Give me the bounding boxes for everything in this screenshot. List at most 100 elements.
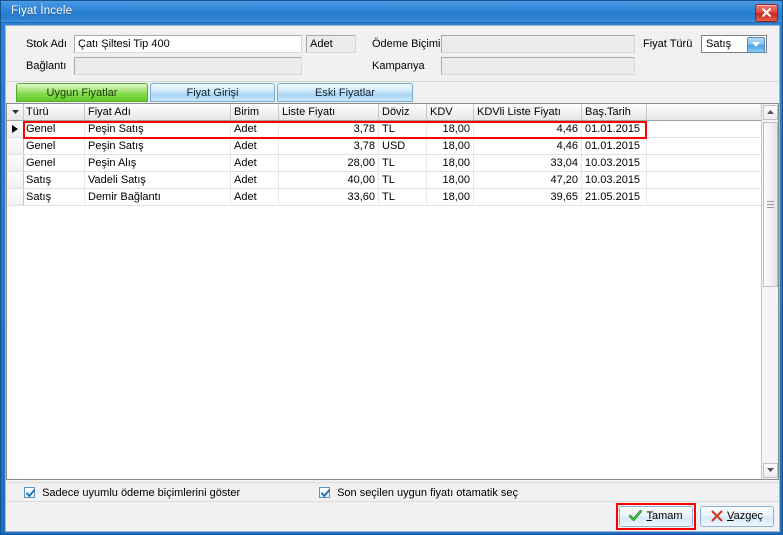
play-triangle-icon (12, 125, 18, 133)
row-indicator (7, 189, 24, 205)
checkmark-icon (321, 489, 330, 498)
column-header-liste-fiyati[interactable]: Liste Fiyatı (279, 104, 379, 120)
cell-fiyat-adi: Peşin Satış (85, 138, 231, 154)
cancel-button[interactable]: Vazgeç (700, 506, 774, 527)
close-button[interactable] (755, 4, 778, 22)
cell-doviz: TL (379, 172, 427, 188)
cell-liste-fiyati: 40,00 (279, 172, 379, 188)
row-indicator (7, 172, 24, 188)
cell-doviz: TL (379, 189, 427, 205)
scrollbar-thumb[interactable] (763, 122, 778, 287)
scrollbar-grip-icon (767, 201, 774, 208)
cell-turu: Satış (23, 189, 85, 205)
table-row[interactable]: Satış Vadeli Satış Adet 40,00 TL 18,00 4… (7, 172, 762, 189)
window-title: Fiyat İncele (11, 5, 73, 17)
birim-field: Adet (306, 35, 356, 53)
checkbox-label: Sadece uyumlu ödeme biçimlerini göster (42, 487, 241, 499)
title-bar[interactable]: Fiyat İncele (1, 1, 782, 23)
table-row[interactable]: Genel Peşin Satış Adet 3,78 TL 18,00 4,4… (7, 121, 762, 138)
cell-birim: Adet (231, 155, 279, 171)
tab-strip: Uygun Fiyatlar Fiyat Girişi Eski Fiyatla… (6, 81, 779, 103)
scroll-down-button[interactable] (763, 463, 778, 478)
grid-column-chooser-button[interactable] (7, 104, 24, 120)
cell-kdv: 18,00 (427, 189, 474, 205)
dialog-client-area: Stok Adı Çatı Şiltesi Tip 400 Adet Bağla… (5, 25, 780, 532)
checkbox-box[interactable] (319, 487, 330, 498)
column-header-birim[interactable]: Birim (231, 104, 279, 120)
cell-birim: Adet (231, 189, 279, 205)
checkbox-box[interactable] (24, 487, 35, 498)
odeme-bicimi-input[interactable] (441, 35, 635, 53)
cell-fiyat-adi: Vadeli Satış (85, 172, 231, 188)
column-header-doviz[interactable]: Döviz (379, 104, 427, 120)
cell-birim: Adet (231, 172, 279, 188)
red-x-icon (711, 510, 723, 529)
kampanya-input[interactable] (441, 57, 635, 75)
close-icon (762, 8, 771, 17)
cell-kdv: 18,00 (427, 155, 474, 171)
price-grid: Türü Fiyat Adı Birim Liste Fiyatı Döviz … (6, 103, 779, 480)
table-row[interactable]: Satış Demir Bağlantı Adet 33,60 TL 18,00… (7, 189, 762, 206)
cell-doviz: TL (379, 121, 427, 137)
fiyat-turu-label: Fiyat Türü (643, 38, 693, 50)
tab-fiyat-girisi[interactable]: Fiyat Girişi (150, 83, 275, 102)
dialog-window: Fiyat İncele Stok Adı Çatı Şiltesi Tip 4… (0, 0, 783, 535)
column-header-kdv[interactable]: KDV (427, 104, 474, 120)
scroll-down-arrow-icon (767, 468, 774, 472)
cell-kdvli-liste-fiyati: 33,04 (474, 155, 582, 171)
stok-adi-input[interactable]: Çatı Şiltesi Tip 400 (74, 35, 302, 53)
cell-bas-tarih: 10.03.2015 (582, 172, 647, 188)
table-row[interactable]: Genel Peşin Alış Adet 28,00 TL 18,00 33,… (7, 155, 762, 172)
column-header-bas-tarih[interactable]: Baş.Tarih (582, 104, 647, 120)
cell-kdv: 18,00 (427, 121, 474, 137)
checkbox-label: Son seçilen uygun fiyatı otamatik seç (337, 487, 519, 499)
cell-fiyat-adi: Demir Bağlantı (85, 189, 231, 205)
fiyat-turu-select[interactable]: Satış (701, 35, 767, 53)
checkbox-son-secilen-otomatik[interactable]: Son seçilen uygun fiyatı otamatik seç (319, 487, 518, 499)
column-header-fiyat-adi[interactable]: Fiyat Adı (85, 104, 231, 120)
ok-button[interactable]: Tamam (619, 506, 693, 527)
scroll-up-arrow-icon (767, 110, 774, 114)
cell-doviz: TL (379, 155, 427, 171)
checkbox-sadece-uyumlu-odeme[interactable]: Sadece uyumlu ödeme biçimlerini göster (24, 487, 240, 499)
cell-kdv: 18,00 (427, 138, 474, 154)
cell-bas-tarih: 01.01.2015 (582, 138, 647, 154)
cell-bas-tarih: 01.01.2015 (582, 121, 647, 137)
cell-kdvli-liste-fiyati: 47,20 (474, 172, 582, 188)
table-row[interactable]: Genel Peşin Satış Adet 3,78 USD 18,00 4,… (7, 138, 762, 155)
cell-turu: Genel (23, 138, 85, 154)
fiyat-turu-value: Satış (706, 38, 732, 50)
grid-vertical-scrollbar[interactable] (761, 104, 778, 479)
cell-fiyat-adi: Peşin Alış (85, 155, 231, 171)
baglanti-label: Bağlantı (26, 60, 67, 72)
stok-adi-label: Stok Adı (26, 38, 67, 50)
kampanya-label: Kampanya (372, 60, 425, 72)
tab-uygun-fiyatlar[interactable]: Uygun Fiyatlar (16, 83, 148, 102)
cell-liste-fiyati: 3,78 (279, 121, 379, 137)
cell-bas-tarih: 21.05.2015 (582, 189, 647, 205)
checkmark-icon (26, 489, 35, 498)
header-form-panel: Stok Adı Çatı Şiltesi Tip 400 Adet Bağla… (6, 26, 779, 82)
cell-liste-fiyati: 28,00 (279, 155, 379, 171)
cell-liste-fiyati: 3,78 (279, 138, 379, 154)
cell-birim: Adet (231, 138, 279, 154)
scroll-up-button[interactable] (763, 105, 778, 120)
cell-liste-fiyati: 33,60 (279, 189, 379, 205)
tab-eski-fiyatlar[interactable]: Eski Fiyatlar (277, 83, 413, 102)
cell-kdvli-liste-fiyati: 4,46 (474, 138, 582, 154)
column-header-kdvli-liste-fiyati[interactable]: KDVli Liste Fiyatı (474, 104, 582, 120)
green-check-icon (629, 510, 643, 529)
baglanti-input[interactable] (74, 57, 302, 75)
cell-kdvli-liste-fiyati: 4,46 (474, 121, 582, 137)
dialog-button-bar: Tamam Vazgeç (6, 501, 779, 531)
grid-header-row: Türü Fiyat Adı Birim Liste Fiyatı Döviz … (7, 104, 762, 121)
cell-birim: Adet (231, 121, 279, 137)
cell-kdvli-liste-fiyati: 39,65 (474, 189, 582, 205)
row-indicator (7, 121, 24, 137)
row-indicator (7, 138, 24, 154)
odeme-bicimi-label: Ödeme Biçimi (372, 38, 441, 50)
cell-bas-tarih: 10.03.2015 (582, 155, 647, 171)
fiyat-turu-dropdown-button[interactable] (747, 37, 765, 53)
row-indicator (7, 155, 24, 171)
column-header-turu[interactable]: Türü (23, 104, 85, 120)
